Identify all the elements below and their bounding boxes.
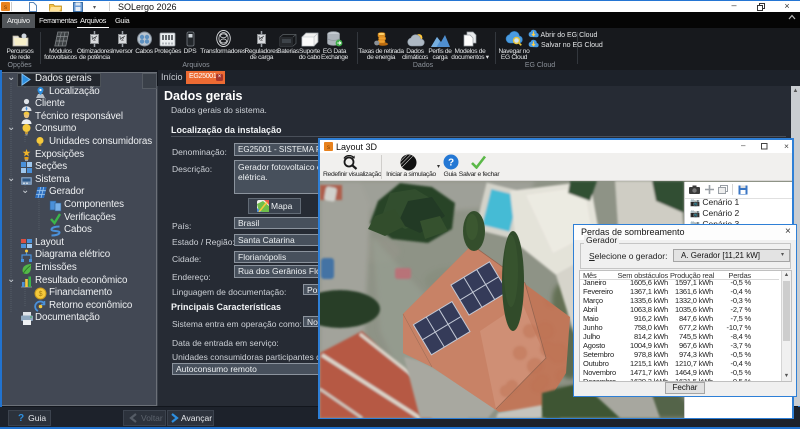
svg-text:$: $ [39, 291, 43, 298]
svg-text:?: ? [448, 158, 454, 169]
svg-text:s: s [4, 5, 7, 11]
svg-text:s: s [327, 145, 330, 151]
